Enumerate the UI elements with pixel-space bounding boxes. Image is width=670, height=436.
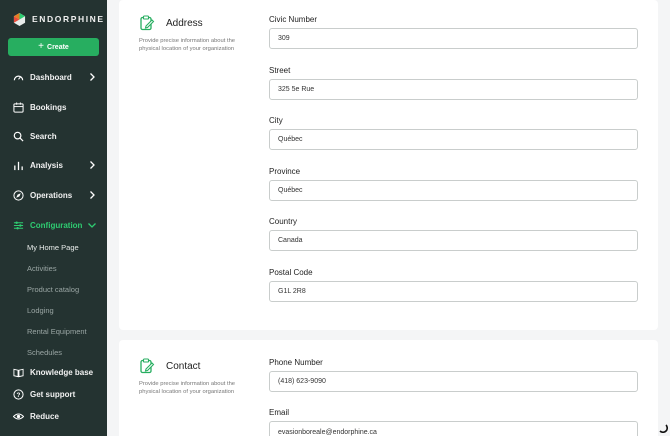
civic-number-label: Civic Number <box>269 15 318 24</box>
sidebar-item-analysis[interactable]: Analysis <box>0 156 107 174</box>
sidebar-item-label: Get support <box>30 389 76 399</box>
address-title: Address <box>166 18 203 29</box>
plus-icon: + <box>38 41 45 52</box>
eye-icon <box>12 410 24 422</box>
search-icon <box>12 130 24 142</box>
sidebar-item-get-support[interactable]: ? Get support <box>0 385 107 403</box>
clipboard-edit-icon <box>140 358 155 374</box>
sidebar-subitem-activities[interactable]: Activities <box>27 264 57 273</box>
province-field[interactable]: Québec <box>269 180 638 201</box>
chevron-down-icon <box>88 223 96 228</box>
sidebar-item-knowledge-base[interactable]: Knowledge base <box>0 363 107 381</box>
sidebar-item-label: Operations <box>30 190 73 200</box>
clipboard-edit-icon <box>140 15 155 31</box>
country-field[interactable]: Canada <box>269 230 638 251</box>
sidebar-item-label: Configuration <box>30 220 83 230</box>
endorphine-logo-icon <box>13 12 26 26</box>
create-label: Create <box>47 43 69 51</box>
loading-spinner-icon <box>659 424 668 433</box>
compass-icon <box>12 189 24 201</box>
country-label: Country <box>269 217 298 226</box>
sidebar-item-dashboard[interactable]: Dashboard <box>0 68 107 86</box>
postal-code-label: Postal Code <box>269 268 313 277</box>
sidebar-item-operations[interactable]: Operations <box>0 186 107 204</box>
city-field[interactable]: Québec <box>269 129 638 150</box>
calendar-icon <box>12 101 24 113</box>
sidebar-item-reduce[interactable]: Reduce <box>0 407 107 425</box>
sidebar-item-label: Search <box>30 131 57 141</box>
street-field[interactable]: 325 5e Rue <box>269 79 638 100</box>
sidebar-subitem-schedules[interactable]: Schedules <box>27 348 62 356</box>
contact-title: Contact <box>166 361 201 372</box>
province-label: Province <box>269 167 301 176</box>
civic-number-field[interactable]: 309 <box>269 28 638 49</box>
address-description: Provide precise information about the ph… <box>139 38 236 52</box>
brand[interactable]: ENDORPHINE <box>0 0 107 38</box>
sidebar: ENDORPHINE + Create Dashboard Bookings S… <box>0 0 107 436</box>
sidebar-item-search[interactable]: Search <box>0 127 107 145</box>
sidebar-item-label: Dashboard <box>30 72 72 82</box>
sidebar-subitem-lodging[interactable]: Lodging <box>27 306 54 315</box>
create-button[interactable]: + Create <box>8 38 99 56</box>
sidebar-item-bookings[interactable]: Bookings <box>0 98 107 116</box>
svg-text:?: ? <box>16 391 20 398</box>
chevron-right-icon <box>90 191 95 199</box>
sidebar-subitem-my-home-page[interactable]: My Home Page <box>27 243 79 252</box>
speedometer-icon <box>12 71 24 83</box>
book-icon <box>12 366 24 378</box>
chevron-right-icon <box>90 73 95 81</box>
help-circle-icon: ? <box>12 388 24 400</box>
contact-description: Provide precise information about the ph… <box>139 381 236 395</box>
brand-name: ENDORPHINE <box>32 14 105 24</box>
phone-number-field[interactable]: (418) 623-9090 <box>269 371 638 392</box>
sidebar-item-configuration[interactable]: Configuration <box>0 216 107 234</box>
bar-chart-icon <box>12 159 24 171</box>
postal-code-field[interactable]: G1L 2R8 <box>269 281 638 302</box>
email-field[interactable]: evasionboreale@endorphine.ca <box>269 421 638 436</box>
chevron-right-icon <box>90 161 95 169</box>
street-label: Street <box>269 66 291 75</box>
sidebar-item-label: Analysis <box>30 160 63 170</box>
sidebar-subitem-product-catalog[interactable]: Product catalog <box>27 285 79 294</box>
phone-number-label: Phone Number <box>269 358 323 367</box>
sliders-icon <box>12 219 24 231</box>
sidebar-item-label: Reduce <box>30 411 59 421</box>
email-label: Email <box>269 408 290 417</box>
city-label: City <box>269 116 283 125</box>
sidebar-subitem-rental-equipment[interactable]: Rental Equipment <box>27 327 87 336</box>
sidebar-item-label: Bookings <box>30 102 67 112</box>
sidebar-item-label: Knowledge base <box>30 367 94 377</box>
